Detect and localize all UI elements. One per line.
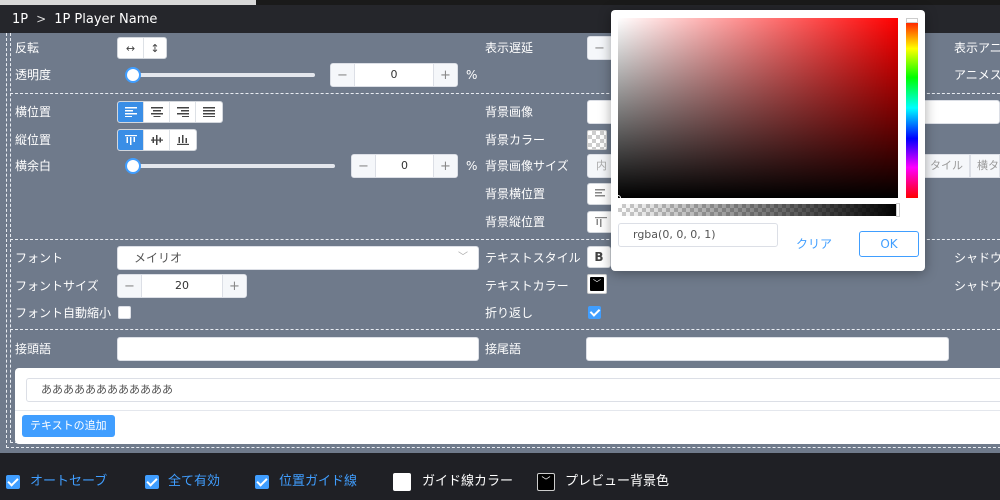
slider-handle[interactable] bbox=[125, 158, 141, 174]
bg-image-path-input[interactable] bbox=[922, 100, 1000, 124]
plus-icon[interactable]: + bbox=[222, 275, 246, 297]
horizontal-padding-stepper[interactable]: − 0 + bbox=[351, 154, 458, 178]
tile-horizontal-option[interactable]: 横タ bbox=[970, 154, 1000, 178]
align-center-icon[interactable] bbox=[144, 102, 170, 122]
opacity-stepper[interactable]: − 0 + bbox=[330, 63, 458, 87]
hue-slider[interactable] bbox=[906, 18, 918, 198]
shadow-label: シャドウ bbox=[954, 251, 1000, 265]
minus-icon[interactable]: − bbox=[118, 275, 142, 297]
bg-vertical-position-label: 背景縦位置 bbox=[485, 215, 546, 229]
breadcrumb-current: 1P Player Name bbox=[54, 12, 158, 27]
font-size-stepper[interactable]: − 20 + bbox=[117, 274, 247, 298]
bold-button[interactable]: B bbox=[588, 247, 610, 267]
guide-lines-checkbox[interactable] bbox=[255, 475, 269, 489]
font-select[interactable]: メイリオ ﹀ bbox=[117, 246, 479, 270]
flip-button-group: ↔ ↕ bbox=[117, 37, 167, 59]
color-picker-popup: rgba(0, 0, 0, 1) クリア OK bbox=[611, 10, 925, 271]
text-style-group: B bbox=[587, 246, 611, 268]
autosave-checkbox[interactable] bbox=[6, 475, 20, 489]
horizontal-padding-value[interactable]: 0 bbox=[376, 155, 433, 177]
wrap-checkbox[interactable] bbox=[588, 306, 601, 319]
minus-icon[interactable]: − bbox=[588, 37, 612, 59]
percent-unit: % bbox=[466, 68, 478, 82]
minus-icon[interactable]: − bbox=[331, 64, 355, 86]
color-value-input[interactable]: rgba(0, 0, 0, 1) bbox=[618, 223, 778, 247]
guide-color-label: ガイド線カラー bbox=[422, 474, 514, 489]
guide-color-swatch[interactable] bbox=[393, 473, 411, 491]
chevron-down-icon: ﹀ bbox=[458, 252, 468, 263]
preview-bg-label: プレビュー背景色 bbox=[565, 474, 670, 489]
percent-unit: % bbox=[466, 159, 478, 173]
minus-icon[interactable]: − bbox=[352, 155, 376, 177]
guide-lines-label[interactable]: 位置ガイド線 bbox=[279, 474, 357, 490]
chevron-down-icon[interactable]: ﹀ bbox=[537, 473, 555, 491]
enable-all-label[interactable]: 全て有効 bbox=[168, 474, 220, 490]
tile-option[interactable]: タイル bbox=[922, 154, 970, 178]
text-style-label: テキストスタイル bbox=[485, 251, 581, 265]
divider bbox=[15, 410, 1000, 411]
bg-horizontal-position-label: 背景横位置 bbox=[485, 187, 546, 201]
alpha-handle[interactable] bbox=[896, 203, 900, 217]
slider-handle[interactable] bbox=[125, 67, 141, 83]
font-size-value[interactable]: 20 bbox=[142, 275, 222, 297]
display-delay-label: 表示遅延 bbox=[485, 41, 534, 55]
suffix-label: 接尾語 bbox=[485, 342, 522, 356]
font-autoshrink-label: フォント自動縮小 bbox=[15, 306, 112, 320]
font-select-value: メイリオ bbox=[134, 251, 183, 265]
align-left-icon[interactable] bbox=[118, 102, 144, 122]
horizontal-align-label: 横位置 bbox=[15, 105, 52, 119]
hue-handle[interactable] bbox=[906, 18, 918, 23]
add-text-button[interactable]: テキストの追加 bbox=[22, 415, 115, 437]
bg-color-label: 背景カラー bbox=[485, 133, 546, 147]
plus-icon[interactable]: + bbox=[433, 155, 457, 177]
horizontal-padding-label: 横余白 bbox=[15, 159, 52, 173]
chevron-right-icon: > bbox=[36, 12, 47, 26]
flip-horizontal-button[interactable]: ↔ bbox=[118, 38, 144, 58]
text-color-label: テキストカラー bbox=[485, 279, 569, 293]
ok-button[interactable]: OK bbox=[859, 231, 919, 257]
bg-image-size-label: 背景画像サイズ bbox=[485, 159, 569, 173]
align-top-icon[interactable] bbox=[118, 130, 144, 150]
opacity-label: 透明度 bbox=[15, 68, 52, 82]
font-label: フォント bbox=[15, 251, 64, 265]
text-entry-input[interactable]: ああああああああああああ bbox=[26, 378, 1000, 402]
align-bottom-icon[interactable] bbox=[170, 130, 196, 150]
section-divider bbox=[10, 329, 1000, 330]
bg-color-swatch[interactable] bbox=[587, 130, 607, 150]
align-justify-icon[interactable] bbox=[196, 102, 222, 122]
footer-bar: オートセーブ 全て有効 位置ガイド線 ガイド線カラー ﹀ プレビュー背景色 bbox=[0, 466, 1000, 500]
vertical-align-group bbox=[117, 129, 197, 151]
autosave-label[interactable]: オートセーブ bbox=[30, 474, 107, 490]
font-size-label: フォントサイズ bbox=[15, 279, 99, 293]
flip-label: 反転 bbox=[15, 41, 40, 55]
horizontal-padding-slider[interactable] bbox=[125, 158, 335, 174]
text-color-swatch[interactable]: ﹀ bbox=[587, 274, 607, 294]
animation-speed-label: アニメス bbox=[954, 68, 1000, 82]
align-middle-icon[interactable] bbox=[144, 130, 170, 150]
prefix-input[interactable] bbox=[117, 337, 479, 361]
clear-button[interactable]: クリア bbox=[796, 235, 832, 252]
opacity-value[interactable]: 0 bbox=[355, 64, 433, 86]
wrap-label: 折り返し bbox=[485, 306, 534, 320]
plus-icon[interactable]: + bbox=[433, 64, 457, 86]
breadcrumb-root[interactable]: 1P bbox=[12, 6, 28, 34]
saturation-value-area[interactable] bbox=[615, 18, 898, 201]
enable-all-checkbox[interactable] bbox=[145, 475, 159, 489]
align-right-icon[interactable] bbox=[170, 102, 196, 122]
font-autoshrink-checkbox[interactable] bbox=[118, 306, 131, 319]
bg-image-label: 背景画像 bbox=[485, 105, 534, 119]
shadow-color-label: シャドウ bbox=[954, 279, 1000, 293]
color-cursor[interactable] bbox=[615, 195, 621, 201]
suffix-input[interactable] bbox=[586, 337, 949, 361]
prefix-label: 接頭語 bbox=[15, 342, 52, 356]
vertical-align-label: 縦位置 bbox=[15, 133, 52, 147]
display-animation-label: 表示アニ bbox=[954, 41, 1000, 55]
chevron-down-icon: ﹀ bbox=[590, 277, 604, 291]
opacity-slider[interactable] bbox=[125, 67, 315, 83]
alpha-slider[interactable] bbox=[618, 203, 900, 217]
flip-vertical-button[interactable]: ↕ bbox=[144, 38, 166, 58]
horizontal-align-group bbox=[117, 101, 223, 123]
